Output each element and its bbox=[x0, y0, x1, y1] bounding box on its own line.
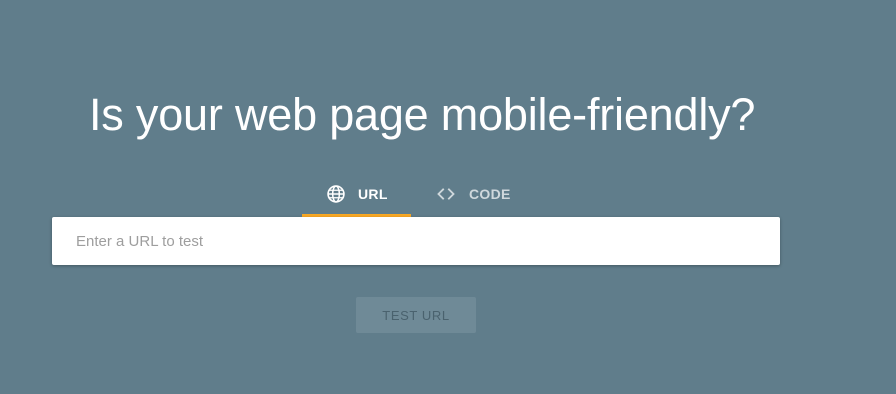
code-icon bbox=[435, 184, 469, 204]
tab-url-label: URL bbox=[358, 185, 388, 202]
url-input-container bbox=[52, 217, 780, 265]
tab-code-label: CODE bbox=[469, 185, 511, 202]
page-title: Is your web page mobile-friendly? bbox=[89, 89, 756, 140]
test-url-button[interactable]: TEST URL bbox=[356, 297, 476, 333]
tab-url[interactable]: URL bbox=[302, 170, 411, 217]
tab-code[interactable]: CODE bbox=[411, 170, 531, 217]
url-input[interactable] bbox=[52, 217, 780, 265]
input-mode-tabs: URL CODE bbox=[302, 170, 531, 217]
globe-icon bbox=[326, 184, 358, 204]
